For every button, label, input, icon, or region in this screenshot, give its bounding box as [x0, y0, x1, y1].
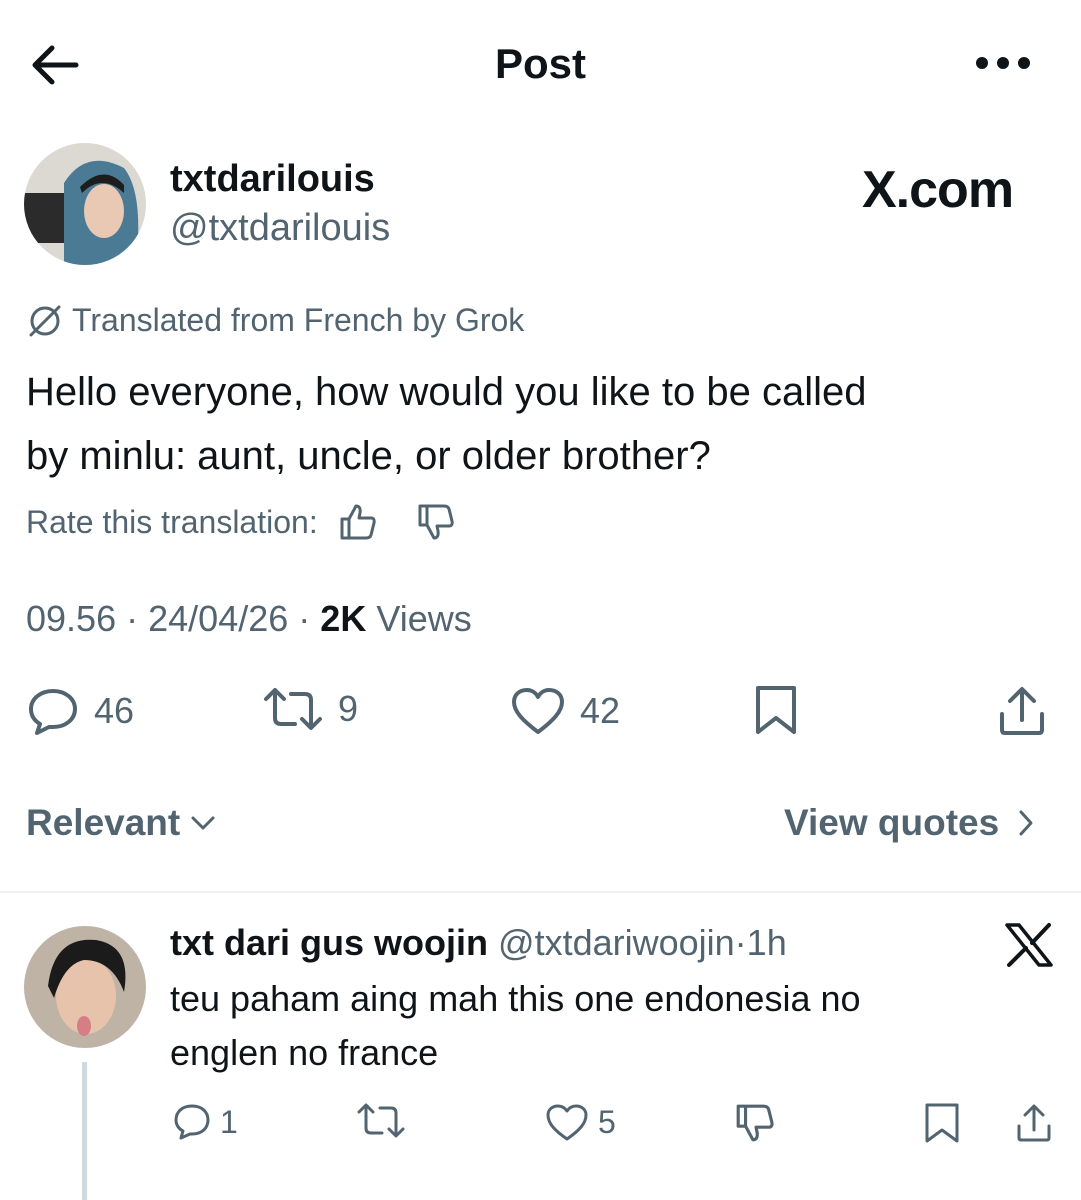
thumbs-up-icon	[340, 504, 376, 540]
reply-author-name[interactable]: txt dari gus woojin	[170, 922, 488, 963]
share-icon	[1017, 1104, 1051, 1142]
like-button[interactable]: 42	[510, 686, 620, 736]
more-dots-icon	[976, 57, 1030, 69]
views-label: Views	[376, 598, 472, 639]
meta-separator: ·	[126, 598, 139, 639]
bookmark-icon	[756, 686, 796, 734]
thumbs-down-icon	[736, 1104, 774, 1142]
rate-label: Rate this translation:	[26, 503, 318, 540]
reply-count: 46	[94, 690, 135, 731]
reply-share-button[interactable]	[1014, 1102, 1054, 1144]
x-logo-icon	[1005, 923, 1053, 967]
view-quotes-link[interactable]: View quotes	[784, 802, 1035, 844]
divider	[0, 891, 1081, 893]
grok-icon	[29, 305, 61, 336]
reply-like-count: 5	[598, 1103, 616, 1140]
reply-downvote-button[interactable]	[734, 1102, 776, 1144]
reply-time[interactable]: 1h	[747, 922, 787, 963]
sort-dropdown[interactable]: Relevant	[26, 802, 216, 844]
reply-icon	[174, 1104, 210, 1140]
post-text-line: Hello everyone, how would you like to be…	[26, 370, 867, 414]
view-quotes-label: View quotes	[784, 802, 1000, 843]
reply-text-line: englen no france	[170, 1032, 439, 1073]
reply-author-handle[interactable]: @txtdariwoojin	[498, 922, 735, 963]
thumbs-down-button[interactable]	[416, 502, 456, 542]
translation-label: Translated from French by Grok	[72, 302, 525, 338]
reply-avatar[interactable]	[24, 926, 146, 1048]
author-name[interactable]: txtdarilouis	[170, 158, 375, 201]
bookmark-button[interactable]	[752, 684, 800, 736]
chevron-down-icon	[191, 816, 215, 830]
reply-bookmark-button[interactable]	[922, 1102, 962, 1144]
reply-like-button[interactable]: 5	[544, 1102, 616, 1142]
thumbs-down-icon	[418, 504, 454, 540]
bookmark-icon	[925, 1103, 959, 1143]
page-title: Post	[494, 40, 586, 87]
reply-text: teu paham aing mah this one endonesia no…	[170, 972, 1000, 1080]
reply-separator: ·	[734, 922, 747, 963]
views-count: 2K	[320, 598, 367, 639]
repost-icon	[264, 688, 322, 730]
like-count: 42	[580, 690, 621, 731]
thread-line	[82, 1062, 87, 1200]
heart-icon	[512, 688, 564, 734]
post-text: Hello everyone, how would you like to be…	[26, 360, 1056, 488]
author-avatar[interactable]	[24, 143, 146, 265]
reply-button[interactable]: 46	[26, 686, 134, 736]
share-icon	[1000, 687, 1044, 735]
reply-text-line: teu paham aing mah this one endonesia no	[170, 978, 861, 1019]
author-handle[interactable]: @txtdarilouis	[170, 207, 390, 250]
meta-separator: ·	[298, 598, 311, 639]
chevron-right-icon	[1019, 810, 1033, 836]
reply-icon	[29, 689, 77, 735]
x-com-watermark: X.com	[862, 161, 1014, 219]
heart-icon	[546, 1104, 588, 1141]
reply-reply-button[interactable]: 1	[172, 1102, 238, 1142]
post-time: 09.56	[26, 598, 117, 639]
x-logo	[1004, 922, 1054, 968]
reply-repost-button[interactable]	[356, 1102, 406, 1140]
post-text-line: by minlu: aunt, uncle, or older brother?	[26, 434, 711, 478]
translation-note: Translated from French by Grok	[26, 302, 524, 339]
repost-button[interactable]: 9	[262, 686, 358, 732]
reply-reply-count: 1	[220, 1103, 238, 1140]
reply-header: txt dari gus woojin @txtdariwoojin·1h	[170, 922, 787, 964]
sort-label: Relevant	[26, 802, 181, 843]
rate-translation: Rate this translation:	[26, 502, 456, 542]
repost-count: 9	[338, 688, 359, 729]
more-button[interactable]	[972, 50, 1034, 76]
post-date: 24/04/26	[148, 598, 289, 639]
thumbs-up-button[interactable]	[338, 502, 378, 542]
share-button[interactable]	[996, 684, 1048, 738]
repost-icon	[357, 1103, 405, 1138]
post-meta: 09.56 · 24/04/26 · 2K Views	[26, 598, 472, 640]
